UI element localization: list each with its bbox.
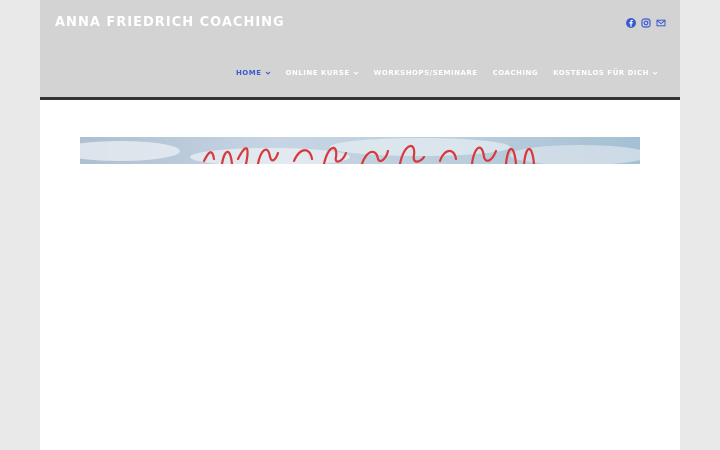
mail-icon[interactable]: [656, 18, 666, 28]
nav-item-label: KOSTENLOS FÜR DICH: [553, 69, 649, 77]
nav-item-label: HOME: [235, 69, 262, 77]
nav-item-label: ONLINE KURSE: [285, 69, 350, 77]
nav-item-home[interactable]: HOME: [236, 69, 271, 77]
instagram-icon[interactable]: [641, 18, 651, 28]
chevron-down-icon: [265, 71, 270, 75]
nav-item-label: WORKSHOPS/SEMINARE: [373, 69, 478, 77]
nav-item-label: COACHING: [492, 69, 539, 77]
main-nav: HOME ONLINE KURSE WORKSHOPS/SEMINARE COA…: [221, 69, 658, 77]
page-container: ANNA FRIEDRICH COACHING HOME ONLINE KURS…: [40, 0, 680, 450]
nav-item-kostenlos[interactable]: KOSTENLOS FÜR DICH: [553, 69, 658, 77]
nav-item-coaching[interactable]: COACHING: [493, 69, 539, 77]
hero-image: [80, 137, 640, 164]
chevron-down-icon: [652, 71, 658, 75]
facebook-icon[interactable]: [626, 18, 636, 28]
nav-item-workshops-seminare[interactable]: WORKSHOPS/SEMINARE: [374, 69, 478, 77]
site-header: ANNA FRIEDRICH COACHING HOME ONLINE KURS…: [40, 0, 680, 100]
chevron-down-icon: [353, 71, 359, 75]
site-title[interactable]: ANNA FRIEDRICH COACHING: [55, 15, 285, 30]
social-links: [626, 18, 666, 28]
nav-item-online-kurse[interactable]: ONLINE KURSE: [286, 69, 359, 77]
